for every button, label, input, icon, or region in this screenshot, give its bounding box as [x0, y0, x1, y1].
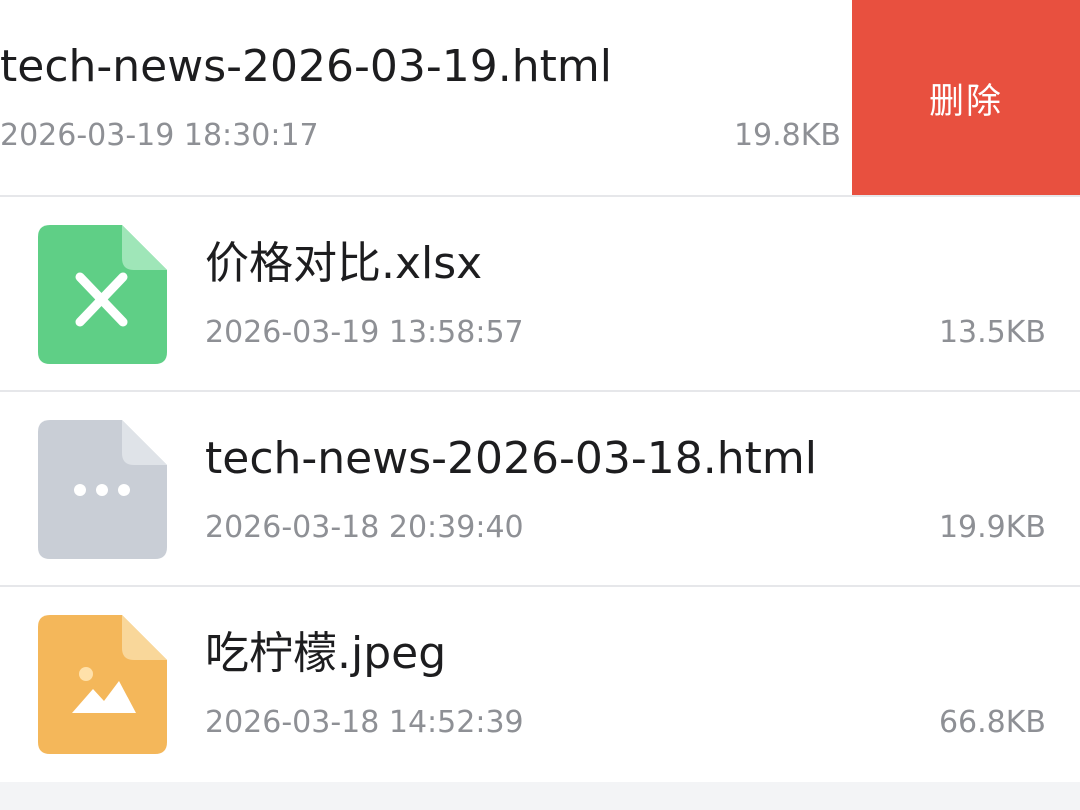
file-size: 19.9KB	[938, 510, 1046, 545]
file-name: tech-news-2026-03-19.html	[0, 41, 612, 92]
file-row[interactable]: 价格对比.xlsx 2026-03-19 13:58:57 13.5KB	[0, 197, 1080, 392]
file-name: 价格对比.xlsx	[205, 238, 483, 289]
file-size: 13.5KB	[938, 315, 1046, 350]
image-file-icon	[38, 615, 167, 754]
file-date: 2026-03-19 18:30:17	[0, 118, 319, 153]
document-more-icon	[38, 420, 167, 559]
file-name: tech-news-2026-03-18.html	[205, 433, 817, 484]
file-row-content[interactable]: tech-news-2026-03-19.html 2026-03-19 18:…	[0, 0, 875, 195]
file-size: 19.8KB	[733, 118, 841, 153]
file-size: 66.8KB	[938, 705, 1046, 740]
spreadsheet-file-icon	[38, 225, 167, 364]
file-name: 吃柠檬.jpeg	[205, 628, 447, 679]
file-date: 2026-03-19 13:58:57	[205, 315, 524, 350]
file-date: 2026-03-18 20:39:40	[205, 510, 524, 545]
delete-button[interactable]: 删除	[852, 0, 1080, 197]
file-date: 2026-03-18 14:52:39	[205, 705, 524, 740]
list-bottom-background	[0, 782, 1080, 810]
file-row[interactable]: 吃柠檬.jpeg 2026-03-18 14:52:39 66.8KB	[0, 587, 1080, 782]
file-row[interactable]: tech-news-2026-03-18.html 2026-03-18 20:…	[0, 392, 1080, 587]
